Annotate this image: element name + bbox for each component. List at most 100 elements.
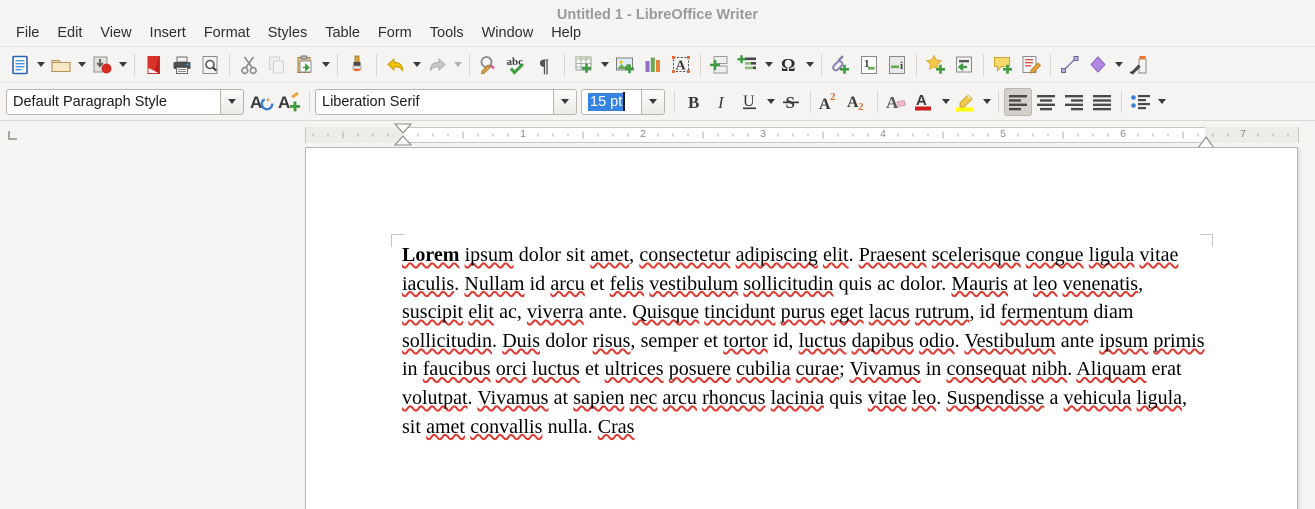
footnote-icon[interactable]: 1 xyxy=(855,51,883,79)
special-character-icon[interactable]: Ω xyxy=(775,51,803,79)
font-name-dropdown-button[interactable] xyxy=(553,89,577,115)
font-name-value[interactable]: Liberation Serif xyxy=(315,89,553,115)
paste-icon[interactable] xyxy=(291,51,319,79)
clone-formatting-icon[interactable] xyxy=(343,51,371,79)
ruler-number-3: 3 xyxy=(760,128,766,140)
export-pdf-icon[interactable] xyxy=(140,51,168,79)
highlight-color-dropdown[interactable] xyxy=(980,88,993,116)
open-folder-icon[interactable] xyxy=(47,51,75,79)
menu-item-form[interactable]: Form xyxy=(369,23,421,43)
menu-item-tools[interactable]: Tools xyxy=(421,23,473,43)
svg-text:2: 2 xyxy=(858,101,864,113)
new-style-icon[interactable]: A xyxy=(276,88,304,116)
tab-stop-selector-icon[interactable] xyxy=(8,131,17,140)
redo-dropdown[interactable] xyxy=(451,51,464,79)
align-center-button[interactable] xyxy=(1032,88,1060,116)
ruler-number-7: 7 xyxy=(1240,128,1246,140)
font-size-dropdown-button[interactable] xyxy=(641,89,665,115)
highlight-color-button[interactable] xyxy=(952,88,980,116)
font-name-combobox[interactable]: Liberation Serif xyxy=(315,89,577,115)
new-document-icon[interactable] xyxy=(6,51,34,79)
bold-button[interactable]: B xyxy=(680,88,708,116)
undo-dropdown[interactable] xyxy=(410,51,423,79)
menu-item-help[interactable]: Help xyxy=(542,23,590,43)
insert-line-icon[interactable] xyxy=(1056,51,1084,79)
insert-field-icon[interactable] xyxy=(734,51,762,79)
special-character-dropdown[interactable] xyxy=(803,51,816,79)
endnote-icon[interactable]: i xyxy=(883,51,911,79)
paragraph-style-combobox[interactable]: Default Paragraph Style xyxy=(6,89,244,115)
cut-icon[interactable] xyxy=(235,51,263,79)
font-color-button[interactable]: A xyxy=(911,88,939,116)
menu-item-file[interactable]: File xyxy=(7,23,48,43)
menu-item-window[interactable]: Window xyxy=(473,23,543,43)
document-body-text[interactable]: Lorem ipsum dolor sit amet, consectetur … xyxy=(402,241,1208,441)
toolbar-separator xyxy=(134,54,135,76)
paragraph-style-dropdown-button[interactable] xyxy=(220,89,244,115)
clear-formatting-button[interactable]: A xyxy=(883,88,911,116)
redo-icon[interactable] xyxy=(423,51,451,79)
font-size-combobox[interactable]: 15 pt xyxy=(581,89,665,115)
toolbar-separator xyxy=(983,54,984,76)
unordered-list-button[interactable] xyxy=(1127,88,1155,116)
paragraph-style-value[interactable]: Default Paragraph Style xyxy=(6,89,220,115)
insert-image-icon[interactable] xyxy=(611,51,639,79)
svg-text:A: A xyxy=(250,93,262,112)
undo-icon[interactable] xyxy=(382,51,410,79)
basic-shapes-dropdown[interactable] xyxy=(1112,51,1125,79)
font-size-value-wrap[interactable]: 15 pt xyxy=(581,89,641,115)
underline-button[interactable]: U xyxy=(736,88,764,116)
superscript-button[interactable]: A 2 xyxy=(816,88,844,116)
show-draw-functions-icon[interactable] xyxy=(1125,51,1153,79)
font-size-value[interactable]: 15 pt xyxy=(588,93,623,111)
save-icon[interactable] xyxy=(88,51,116,79)
toolbar-separator xyxy=(877,91,878,113)
spelling-icon[interactable]: abc xyxy=(503,51,531,79)
justified-button[interactable] xyxy=(1088,88,1116,116)
print-icon[interactable] xyxy=(168,51,196,79)
document-page[interactable]: Lorem ipsum dolor sit amet, consectetur … xyxy=(305,147,1298,509)
cross-reference-icon[interactable] xyxy=(950,51,978,79)
align-right-button[interactable] xyxy=(1060,88,1088,116)
track-changes-icon[interactable] xyxy=(1017,51,1045,79)
document-area[interactable]: Lorem ipsum dolor sit amet, consectetur … xyxy=(0,147,1315,509)
svg-text:B: B xyxy=(688,93,699,112)
menu-item-format[interactable]: Format xyxy=(195,23,259,43)
update-style-icon[interactable]: A xyxy=(248,88,276,116)
insert-chart-icon[interactable] xyxy=(639,51,667,79)
horizontal-ruler[interactable]: 1 2 3 4 5 6 7 xyxy=(305,127,1299,143)
unordered-list-dropdown[interactable] xyxy=(1155,88,1168,116)
insert-page-break-icon[interactable] xyxy=(706,51,734,79)
copy-icon[interactable] xyxy=(263,51,291,79)
hyperlink-icon[interactable] xyxy=(827,51,855,79)
italic-button[interactable]: I xyxy=(708,88,736,116)
font-color-dropdown[interactable] xyxy=(939,88,952,116)
insert-field-dropdown[interactable] xyxy=(762,51,775,79)
comment-icon[interactable] xyxy=(989,51,1017,79)
open-dropdown[interactable] xyxy=(75,51,88,79)
underline-dropdown[interactable] xyxy=(764,88,777,116)
insert-table-dropdown[interactable] xyxy=(598,51,611,79)
svg-text:A: A xyxy=(676,58,687,73)
menu-item-table[interactable]: Table xyxy=(316,23,369,43)
insert-text-box-icon[interactable]: A xyxy=(667,51,695,79)
align-left-button[interactable] xyxy=(1004,88,1032,116)
strikethrough-button[interactable]: S xyxy=(777,88,805,116)
paste-dropdown[interactable] xyxy=(319,51,332,79)
save-dropdown[interactable] xyxy=(116,51,129,79)
insert-table-icon[interactable] xyxy=(570,51,598,79)
toolbar-separator xyxy=(469,54,470,76)
formatting-marks-icon[interactable]: ¶ xyxy=(531,51,559,79)
new-document-dropdown[interactable] xyxy=(34,51,47,79)
bookmark-icon[interactable] xyxy=(922,51,950,79)
menu-item-view[interactable]: View xyxy=(91,23,140,43)
menu-item-edit[interactable]: Edit xyxy=(48,23,91,43)
toolbar-separator xyxy=(376,54,377,76)
subscript-button[interactable]: A 2 xyxy=(844,88,872,116)
menu-item-styles[interactable]: Styles xyxy=(259,23,317,43)
basic-shapes-icon[interactable] xyxy=(1084,51,1112,79)
find-replace-icon[interactable] xyxy=(475,51,503,79)
print-preview-icon[interactable] xyxy=(196,51,224,79)
menu-item-insert[interactable]: Insert xyxy=(141,23,195,43)
svg-text:i: i xyxy=(900,60,903,72)
